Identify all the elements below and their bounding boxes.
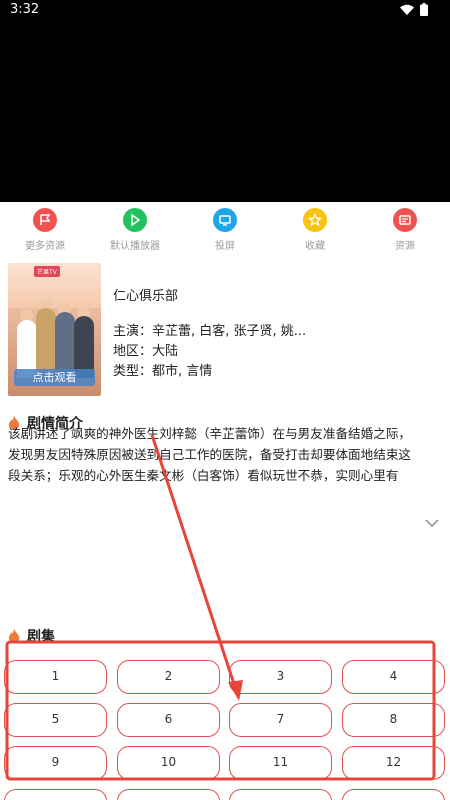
default-player-button[interactable]: 默认播放器 (100, 205, 170, 252)
episodes-heading: 剧集 (27, 629, 55, 645)
more-resources-button[interactable]: 更多资源 (10, 205, 80, 252)
battery-icon (420, 3, 428, 16)
cast-button[interactable]: 投屏 (190, 205, 260, 252)
action-label: 资源 (395, 241, 415, 252)
episode-button-partial[interactable] (342, 789, 445, 800)
episode-button[interactable]: 5 (4, 703, 107, 737)
episode-button[interactable]: 10 (117, 746, 220, 780)
poster-logo: 芒果TV (34, 266, 60, 277)
synopsis-line: 发现男友因特殊原因被送到自己工作的医院，备受打击却要体面地结束这 (8, 447, 411, 462)
action-label: 投屏 (215, 241, 235, 252)
show-title: 仁心俱乐部 (113, 289, 179, 304)
episode-button-partial[interactable] (229, 789, 332, 800)
chevron-down-icon[interactable] (425, 518, 439, 528)
episode-button[interactable]: 4 (342, 660, 445, 694)
favorite-button[interactable]: 收藏 (280, 205, 350, 252)
play-icon (123, 208, 147, 232)
show-cast: 主演：辛芷蕾, 白客, 张子贤, 姚... (113, 324, 307, 339)
action-bar: 更多资源 默认播放器 投屏 收藏 资源 (0, 205, 450, 255)
episode-button[interactable]: 9 (4, 746, 107, 780)
synopsis-line: 段关系；乐观的心外医生秦文彬（白客饰）看似玩世不恭，实则心里有 (8, 468, 399, 483)
status-icons (400, 3, 428, 16)
action-label: 收藏 (305, 241, 325, 252)
show-genre: 类型：都市, 言情 (113, 364, 213, 379)
show-poster[interactable]: 芒果TV 点击观看 (8, 263, 101, 396)
status-time: 3:32 (10, 2, 40, 17)
star-icon (303, 208, 327, 232)
episode-button[interactable]: 7 (229, 703, 332, 737)
episode-button-partial[interactable] (4, 789, 107, 800)
episodes-header: 剧集 (8, 626, 55, 646)
status-bar: 3:32 (0, 0, 450, 22)
watch-now-button[interactable]: 点击观看 (14, 369, 95, 386)
show-region: 地区：大陆 (113, 344, 179, 359)
episode-button[interactable]: 11 (229, 746, 332, 780)
episode-button[interactable]: 8 (342, 703, 445, 737)
episode-button[interactable]: 6 (117, 703, 220, 737)
synopsis-line: 该剧讲述了飒爽的神外医生刘梓懿（辛芷蕾饰）在与男友准备结婚之际， (8, 426, 411, 441)
episode-button[interactable]: 1 (4, 660, 107, 694)
resource-button[interactable]: 资源 (370, 205, 440, 252)
action-label: 更多资源 (25, 241, 65, 252)
poster-figure (36, 308, 56, 378)
synopsis-text: 该剧讲述了飒爽的神外医生刘梓懿（辛芷蕾饰）在与男友准备结婚之际， 发现男友因特殊… (8, 423, 442, 486)
resource-icon (393, 208, 417, 232)
episode-button[interactable]: 2 (117, 660, 220, 694)
wifi-icon (400, 4, 414, 15)
flag-icon (33, 208, 57, 232)
video-player[interactable] (0, 0, 450, 202)
flame-icon (8, 628, 20, 642)
cast-icon (213, 208, 237, 232)
episode-button[interactable]: 3 (229, 660, 332, 694)
action-label: 默认播放器 (110, 241, 160, 252)
episode-button-partial[interactable] (117, 789, 220, 800)
episode-button[interactable]: 12 (342, 746, 445, 780)
